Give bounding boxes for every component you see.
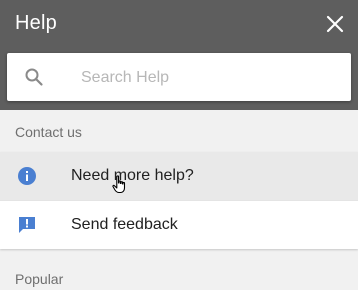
feedback-icon <box>19 217 35 233</box>
popular-heading: Popular <box>15 271 64 287</box>
need-more-help-item[interactable]: Need more help? <box>0 152 358 200</box>
search-input[interactable] <box>79 65 339 91</box>
panel-title: Help <box>15 12 57 34</box>
info-icon <box>18 167 36 185</box>
search-box[interactable] <box>7 53 351 101</box>
close-button[interactable] <box>324 13 346 35</box>
send-feedback-item[interactable]: Send feedback <box>0 201 358 249</box>
search-icon <box>25 68 43 86</box>
contact-card: Need more help? Send feedback <box>0 152 358 249</box>
close-icon <box>326 15 344 33</box>
need-more-help-label: Need more help? <box>71 167 194 184</box>
help-header: Help <box>0 0 358 110</box>
send-feedback-label: Send feedback <box>71 216 178 233</box>
contact-us-heading: Contact us <box>15 124 82 140</box>
